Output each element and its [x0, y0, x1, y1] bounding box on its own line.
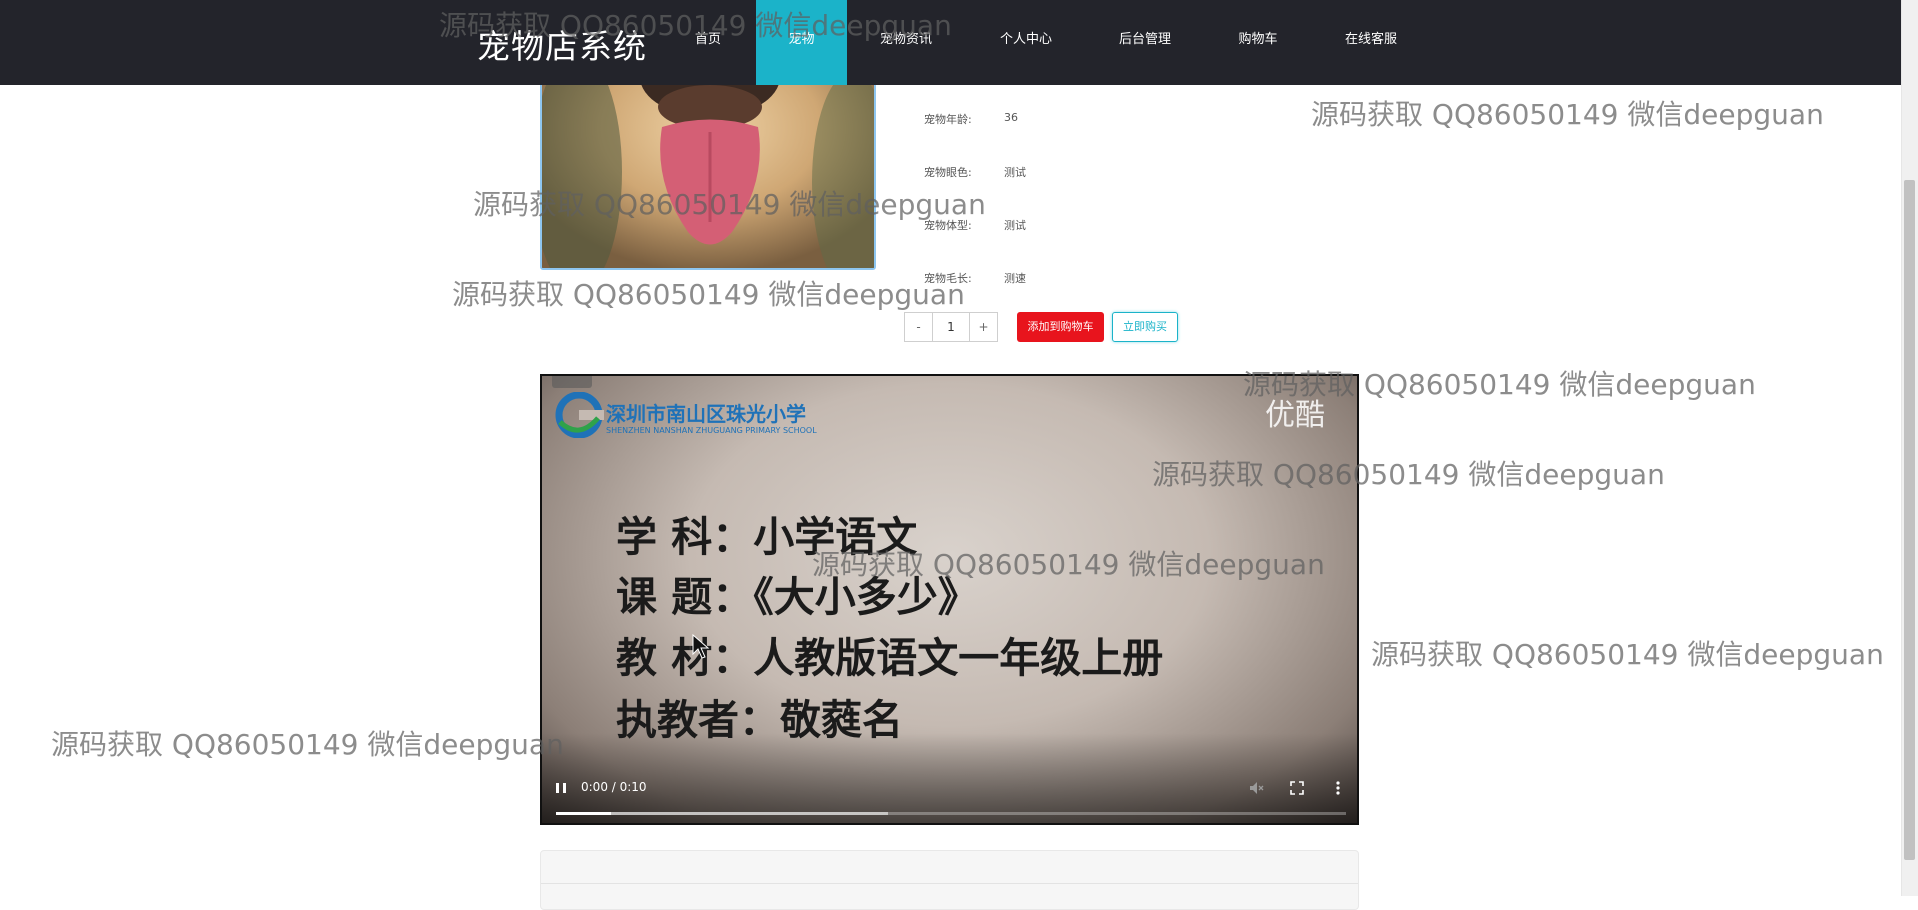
watermark-text: 源码获取 QQ86050149 微信deepguan: [51, 728, 564, 761]
attr-eye-color-label: 宠物眼色:: [924, 166, 972, 179]
nav-item-pet-news[interactable]: 宠物资讯: [868, 0, 944, 85]
attr-fur-length-value: 测速: [1004, 272, 1026, 285]
nav-item-cart[interactable]: 购物车: [1227, 0, 1289, 85]
school-name: 深圳市南山区珠光小学: [606, 402, 806, 426]
comment-panel: [540, 850, 1359, 910]
more-options-icon[interactable]: [1329, 779, 1347, 797]
school-name-en: SHENZHEN NANSHAN ZHUGUANG PRIMARY SCHOOL: [606, 426, 817, 435]
scrollbar-thumb[interactable]: [1904, 180, 1915, 860]
nav-item-pets[interactable]: 宠物: [756, 0, 847, 85]
attr-body-size: 宠物体型: 测试: [924, 217, 1026, 233]
quantity-increase-button[interactable]: +: [969, 313, 997, 341]
watermark-text: 源码获取 QQ86050149 微信deepguan: [452, 278, 965, 311]
comment-divider: [541, 883, 1358, 884]
top-navbar: 宠物店系统 首页 宠物 宠物资讯 个人中心 后台管理 购物车 在线客服: [0, 0, 1901, 85]
attr-eye-color: 宠物眼色: 测试: [924, 164, 1026, 180]
attr-age: 宠物年龄: 36: [924, 111, 1018, 127]
attr-eye-color-value: 测试: [1004, 166, 1026, 179]
attr-age-label: 宠物年龄:: [924, 113, 972, 126]
video-played-bar: [556, 812, 611, 815]
nav-item-admin[interactable]: 后台管理: [1107, 0, 1183, 85]
attr-body-size-label: 宠物体型:: [924, 219, 972, 232]
attr-fur-length-label: 宠物毛长:: [924, 272, 972, 285]
attr-fur-length: 宠物毛长: 测速: [924, 270, 1026, 286]
video-line-subject: 学 科：小学语文: [616, 513, 918, 561]
buy-now-button[interactable]: 立即购买: [1112, 312, 1178, 342]
quantity-stepper: - +: [904, 312, 998, 342]
attr-age-value: 36: [1004, 111, 1018, 124]
mouse-cursor-icon: [692, 634, 710, 659]
quantity-input[interactable]: [933, 313, 969, 341]
nav-item-user-center[interactable]: 个人中心: [988, 0, 1064, 85]
volume-muted-icon[interactable]: [1247, 779, 1265, 797]
fullscreen-icon[interactable]: [1288, 779, 1306, 797]
quantity-decrease-button[interactable]: -: [905, 313, 933, 341]
video-line-topic: 课 题：《大小多少》: [616, 573, 979, 621]
add-to-cart-button[interactable]: 添加到购物车: [1017, 312, 1104, 342]
youku-logo: 优酷: [1265, 398, 1325, 433]
nav-item-online-service[interactable]: 在线客服: [1333, 0, 1409, 85]
attr-body-size-value: 测试: [1004, 219, 1026, 232]
site-brand[interactable]: 宠物店系统: [477, 20, 647, 68]
pause-icon[interactable]: [554, 781, 568, 795]
video-top-tab: [552, 376, 592, 388]
school-logo-icon: [555, 392, 604, 438]
nav-item-home[interactable]: 首页: [680, 0, 736, 85]
watermark-text: 源码获取 QQ86050149 微信deepguan: [1311, 98, 1824, 131]
watermark-text: 源码获取 QQ86050149 微信deepguan: [1371, 638, 1884, 671]
video-player[interactable]: 深圳市南山区珠光小学 SHENZHEN NANSHAN ZHUGUANG PRI…: [540, 374, 1359, 825]
video-controls: 0:00 / 0:10: [542, 733, 1357, 823]
video-progress-bar[interactable]: [556, 812, 1346, 815]
video-time: 0:00 / 0:10: [581, 780, 647, 794]
